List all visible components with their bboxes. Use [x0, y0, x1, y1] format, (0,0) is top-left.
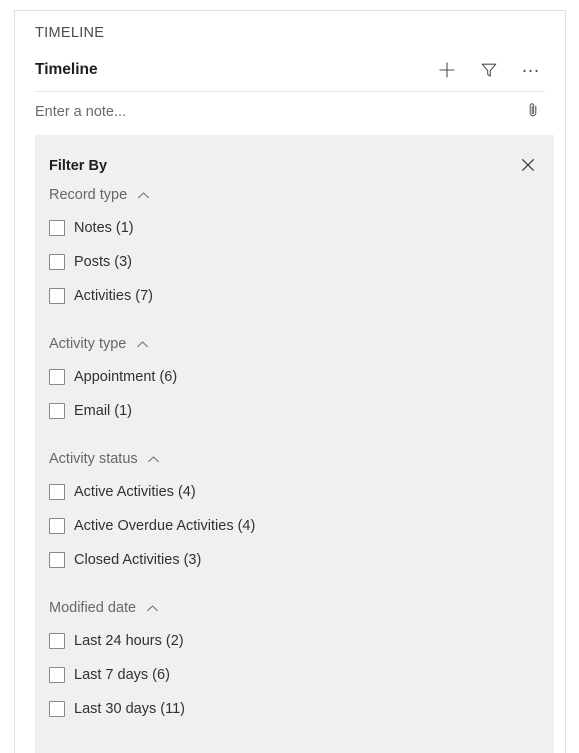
filter-group-label: Activity status — [49, 451, 138, 467]
filter-option-row[interactable]: Activities (7) — [49, 279, 540, 313]
filter-group: Activity type Appointment (6) Email (1) — [35, 328, 554, 428]
filter-groups-container: Record type Notes (1) Posts (3) Activities … — [35, 179, 554, 726]
filter-group: Modified date Last 24 hours (2) Last 7 day… — [35, 592, 554, 726]
filter-option-row[interactable]: Last 24 hours (2) — [49, 624, 540, 658]
add-record-button[interactable] — [433, 56, 461, 84]
filter-option-checkbox[interactable] — [49, 220, 65, 236]
attachment-button[interactable] — [521, 100, 545, 124]
filter-option-row[interactable]: Email (1) — [49, 394, 540, 428]
timeline-card: TIMELINE Timeline … Enter a note... Filt… — [14, 10, 566, 753]
timeline-screen: TIMELINE Timeline … Enter a note... Filt… — [0, 0, 579, 753]
paperclip-icon — [525, 102, 541, 121]
filter-group: Activity status Active Activities (4) Acti… — [35, 443, 554, 577]
ellipsis-icon: … — [521, 55, 541, 77]
filter-group-header[interactable]: Record type — [49, 179, 540, 211]
filter-option-label: Email (1) — [74, 403, 133, 419]
note-input[interactable] — [35, 101, 521, 122]
command-bar: … — [433, 56, 545, 84]
filter-option-row[interactable]: Last 7 days (6) — [49, 658, 540, 692]
filter-option-row[interactable]: Posts (3) — [49, 245, 540, 279]
filter-group-header[interactable]: Activity status — [49, 443, 540, 475]
filter-option-label: Active Overdue Activities (4) — [74, 518, 256, 534]
filter-option-label: Last 7 days (6) — [74, 667, 170, 683]
filter-option-label: Activities (7) — [74, 288, 153, 304]
filter-option-checkbox[interactable] — [49, 701, 65, 717]
filter-option-row[interactable]: Appointment (6) — [49, 360, 540, 394]
filter-option-checkbox[interactable] — [49, 518, 65, 534]
filter-group-label: Record type — [49, 187, 128, 203]
filter-option-checkbox[interactable] — [49, 667, 65, 683]
chevron-up-icon — [147, 452, 161, 466]
filter-option-label: Active Activities (4) — [74, 484, 196, 500]
filter-option-label: Closed Activities (3) — [74, 552, 202, 568]
timeline-header: Timeline … — [15, 43, 565, 85]
plus-icon — [438, 61, 456, 79]
filter-group: Record type Notes (1) Posts (3) Activities … — [35, 179, 554, 313]
filter-option-label: Last 30 days (11) — [74, 701, 185, 717]
filter-option-row[interactable]: Notes (1) — [49, 211, 540, 245]
filter-option-row[interactable]: Last 30 days (11) — [49, 692, 540, 726]
filter-option-checkbox[interactable] — [49, 288, 65, 304]
filter-option-checkbox[interactable] — [49, 369, 65, 385]
filter-option-label: Notes (1) — [74, 220, 134, 236]
close-icon — [521, 158, 535, 175]
chevron-up-icon — [136, 188, 150, 202]
filter-option-row[interactable]: Closed Activities (3) — [49, 543, 540, 577]
funnel-icon — [480, 61, 498, 79]
filter-option-checkbox[interactable] — [49, 633, 65, 649]
filter-option-label: Appointment (6) — [74, 369, 178, 385]
filter-panel: Filter By Record type Notes (1) Posts (3) A… — [35, 135, 554, 753]
filter-option-checkbox[interactable] — [49, 484, 65, 500]
filter-option-row[interactable]: Active Overdue Activities (4) — [49, 509, 540, 543]
section-eyebrow-label: TIMELINE — [35, 25, 105, 41]
filter-panel-title: Filter By — [49, 158, 108, 174]
more-commands-button[interactable]: … — [517, 56, 545, 84]
filter-option-checkbox[interactable] — [49, 552, 65, 568]
note-entry-row — [15, 92, 565, 131]
filter-option-label: Posts (3) — [74, 254, 133, 270]
filter-group-header[interactable]: Activity type — [49, 328, 540, 360]
chevron-up-icon — [135, 337, 149, 351]
filter-group-label: Activity type — [49, 336, 127, 352]
filter-option-checkbox[interactable] — [49, 403, 65, 419]
page-title: Timeline — [35, 61, 98, 78]
filter-option-row[interactable]: Active Activities (4) — [49, 475, 540, 509]
chevron-up-icon — [145, 601, 159, 615]
filter-button[interactable] — [475, 56, 503, 84]
filter-group-label: Modified date — [49, 600, 137, 616]
close-filter-button[interactable] — [516, 154, 540, 178]
filter-panel-header: Filter By — [35, 135, 554, 179]
filter-option-label: Last 24 hours (2) — [74, 633, 184, 649]
filter-option-checkbox[interactable] — [49, 254, 65, 270]
filter-group-header[interactable]: Modified date — [49, 592, 540, 624]
